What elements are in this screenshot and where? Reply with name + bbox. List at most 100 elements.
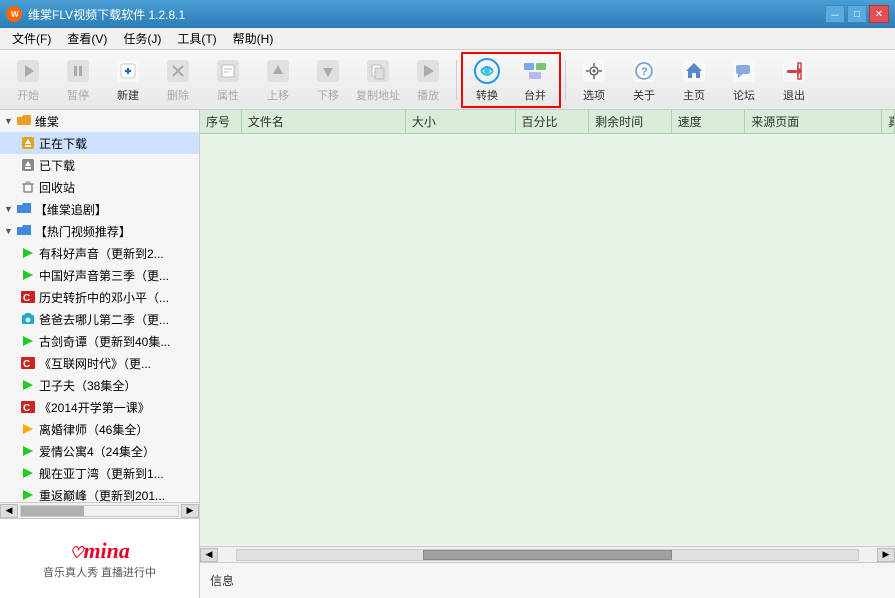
menu-help[interactable]: 帮助(H) [225, 28, 282, 49]
new-button[interactable]: 新建 [104, 54, 152, 106]
props-button[interactable]: 属性 [204, 54, 252, 106]
home-button[interactable]: 主页 [670, 54, 718, 106]
about-button[interactable]: ? 关于 [620, 54, 668, 106]
svg-text:W: W [11, 10, 19, 19]
title-bar: W 维棠FLV视频下载软件 1.2.8.1 － □ ✕ [0, 0, 895, 28]
item5-icon [20, 333, 36, 349]
toolbar: 开始 暂停 新建 [0, 50, 895, 110]
sidebar-item-11[interactable]: 舰在亚丁湾（更新到1... [0, 462, 199, 484]
sidebar-item-8[interactable]: C 《2014开学第一课》 [0, 396, 199, 418]
sidebar-item-7[interactable]: 卫子夫（38集全） [0, 374, 199, 396]
options-icon [580, 57, 608, 85]
merge-button[interactable]: 台并 [511, 54, 559, 106]
info-bar: 信息 [200, 562, 895, 598]
play-icon [414, 57, 442, 85]
copy-url-button[interactable]: 复制地址 [354, 54, 402, 106]
item11-icon [20, 465, 36, 481]
item10-icon [20, 443, 36, 459]
sidebar-hscroll-track [20, 505, 179, 517]
table-body [200, 134, 895, 546]
item12-icon [20, 487, 36, 502]
delete-button[interactable]: 删除 [154, 54, 202, 106]
play-button[interactable]: 播放 [404, 54, 452, 106]
root-folder-icon [16, 113, 32, 129]
downloaded-icon [20, 157, 36, 173]
app-icon: W [6, 6, 22, 22]
stop-icon [64, 57, 92, 85]
bottom-logo: ♡mina [69, 538, 130, 564]
item4-icon [20, 311, 36, 327]
sidebar-item-group2[interactable]: ▼ 【热门视频推荐】 [0, 220, 199, 242]
props-icon [214, 57, 242, 85]
convert-button[interactable]: 转换 [463, 54, 511, 106]
menu-task[interactable]: 任务(J) [115, 28, 169, 49]
col-header-size: 大小 [406, 110, 516, 133]
content-area: 序号 文件名 大小 百分比 剩余时间 速度 来源页面 真... ◀ ▶ 信息 [200, 110, 895, 598]
sidebar-item-6[interactable]: C 《互联网时代》（更... [0, 352, 199, 374]
menu-file[interactable]: 文件(F) [4, 28, 59, 49]
sidebar-item-downloading[interactable]: 正在下载 [0, 132, 199, 154]
about-icon: ? [630, 57, 658, 85]
options-button[interactable]: 选项 [570, 54, 618, 106]
svg-text:?: ? [641, 66, 648, 78]
col-header-remain: 剩余时间 [589, 110, 672, 133]
sidebar-item-1[interactable]: 有科好声音（更新到2... [0, 242, 199, 264]
new-icon [114, 57, 142, 85]
svg-text:C: C [23, 293, 30, 303]
col-header-thumb: 真... [882, 110, 895, 133]
minimize-button[interactable]: － [825, 5, 845, 23]
item1-icon [20, 245, 36, 261]
sidebar-item-9[interactable]: 离婚律师（46集全） [0, 418, 199, 440]
bottom-slogan: 音乐真人秀 直播进行中 [43, 564, 156, 580]
svg-text:C: C [23, 359, 30, 369]
item3-icon: C [20, 289, 36, 305]
sidebar: ▼ 维棠 正在下载 [0, 110, 200, 598]
sidebar-item-5[interactable]: 古剑奇谭（更新到40集... [0, 330, 199, 352]
sidebar-item-3[interactable]: C 历史转折中的邓小平（... [0, 286, 199, 308]
sidebar-item-root[interactable]: ▼ 维棠 [0, 110, 199, 132]
table-header: 序号 文件名 大小 百分比 剩余时间 速度 来源页面 真... [200, 110, 895, 134]
sidebar-bottom-banner: ♡mina 音乐真人秀 直播进行中 [0, 518, 199, 598]
content-hscroll-left[interactable]: ◀ [200, 548, 218, 562]
sidebar-hscroll[interactable]: ◀ ▶ [0, 502, 199, 518]
sidebar-item-group1[interactable]: ▼ 【维棠追剧】 [0, 198, 199, 220]
sidebar-item-4[interactable]: 爸爸去哪儿第二季（更... [0, 308, 199, 330]
sidebar-hscroll-left[interactable]: ◀ [0, 504, 18, 518]
start-icon [14, 57, 42, 85]
forum-icon [730, 57, 758, 85]
info-label: 信息 [210, 572, 234, 589]
sidebar-item-10[interactable]: 爱情公寓4（24集全） [0, 440, 199, 462]
content-hscroll-right[interactable]: ▶ [877, 548, 895, 562]
merge-icon [521, 57, 549, 85]
convert-merge-group: 转换 台并 [461, 52, 561, 108]
window-controls: － □ ✕ [825, 5, 889, 23]
up-button[interactable]: 上移 [254, 54, 302, 106]
stop-button[interactable]: 暂停 [54, 54, 102, 106]
menu-view[interactable]: 查看(V) [59, 28, 115, 49]
toolbar-separator [456, 60, 457, 100]
down-button[interactable]: 下移 [304, 54, 352, 106]
close-button[interactable]: ✕ [869, 5, 889, 23]
content-hscroll-thumb [423, 550, 671, 560]
sidebar-hscroll-right[interactable]: ▶ [181, 504, 199, 518]
group2-folder-icon [16, 223, 32, 239]
sidebar-item-2[interactable]: 中国好声音第三季（更... [0, 264, 199, 286]
copy-url-icon [364, 57, 392, 85]
sidebar-item-downloaded[interactable]: 已下载 [0, 154, 199, 176]
sidebar-item-recycle[interactable]: 回收站 [0, 176, 199, 198]
item2-icon [20, 267, 36, 283]
svg-text:C: C [23, 403, 30, 413]
home-icon [680, 57, 708, 85]
sidebar-item-12[interactable]: 重返巅峰（更新到201... [0, 484, 199, 502]
app-title: 维棠FLV视频下载软件 1.2.8.1 [28, 6, 825, 23]
col-header-speed: 速度 [672, 110, 746, 133]
menu-tools[interactable]: 工具(T) [169, 28, 224, 49]
maximize-button[interactable]: □ [847, 5, 867, 23]
sidebar-tree: ▼ 维棠 正在下载 [0, 110, 199, 502]
start-button[interactable]: 开始 [4, 54, 52, 106]
exit-button[interactable]: 退出 [770, 54, 818, 106]
content-hscroll[interactable]: ◀ ▶ [200, 546, 895, 562]
main-layout: ▼ 维棠 正在下载 [0, 110, 895, 598]
sidebar-hscroll-thumb [21, 506, 84, 516]
forum-button[interactable]: 论坛 [720, 54, 768, 106]
